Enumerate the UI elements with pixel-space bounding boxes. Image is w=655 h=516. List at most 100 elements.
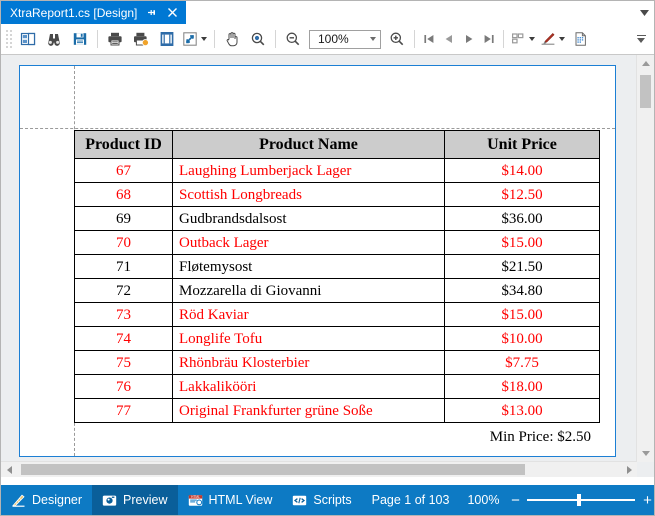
zoom-in-button[interactable] <box>384 27 410 51</box>
vertical-scrollbar-thumb[interactable] <box>640 75 651 108</box>
previous-page-button[interactable] <box>439 27 459 51</box>
cell-product-name: Scottish Longbreads <box>172 182 445 207</box>
cell-product-id: 70 <box>74 230 173 255</box>
visual-studio-report-designer-window: XtraReport1.cs [Design] 100% Product ID … <box>0 0 655 516</box>
page-setup-button[interactable] <box>154 27 180 51</box>
zoom-out-button-statusbar[interactable]: − <box>507 493 523 508</box>
printer-page-icon <box>133 31 149 47</box>
cell-unit-price: $13.00 <box>444 398 600 423</box>
document-tab-xtrareport1[interactable]: XtraReport1.cs [Design] <box>1 1 187 24</box>
horizontal-scrollbar[interactable] <box>1 461 637 477</box>
table-row: 69 Gudbrandsdalsost $36.00 <box>74 206 600 231</box>
zoom-combobox[interactable]: 100% <box>309 29 381 49</box>
printer-icon <box>107 31 123 47</box>
toolbar-separator <box>275 30 276 48</box>
watermark-button[interactable] <box>538 27 558 51</box>
tab-html-view[interactable]: HTML HTML View <box>178 485 283 515</box>
save-button[interactable] <box>67 27 93 51</box>
cell-product-id: 73 <box>74 302 173 327</box>
cell-unit-price: $14.00 <box>444 158 600 183</box>
column-header-product-id: Product ID <box>74 130 173 159</box>
horizontal-scrollbar-thumb[interactable] <box>21 464 525 475</box>
toolbar-grip[interactable] <box>5 29 13 49</box>
quick-print-button[interactable] <box>128 27 154 51</box>
cell-product-id: 72 <box>74 278 173 303</box>
multiple-pages-button[interactable] <box>508 27 528 51</box>
cell-unit-price: $10.00 <box>444 326 600 351</box>
cell-product-id: 76 <box>74 374 173 399</box>
table-row: 71 Fløtemysost $21.50 <box>74 254 600 279</box>
cell-product-name: Laughing Lumberjack Lager <box>172 158 445 183</box>
tab-designer[interactable]: Designer <box>1 485 92 515</box>
scroll-right-icon[interactable] <box>621 462 637 477</box>
zoom-in-button-statusbar[interactable]: + <box>639 493 654 508</box>
table-row: 77 Original Frankfurter grüne Soße $13.00 <box>74 398 600 423</box>
scale-button[interactable] <box>180 27 200 51</box>
zoom-out-button[interactable] <box>280 27 306 51</box>
report-preview-area[interactable]: Product ID Product Name Unit Price 67 Lau… <box>1 55 654 477</box>
cell-product-id: 69 <box>74 206 173 231</box>
document-map-button[interactable] <box>15 27 41 51</box>
watermark-icon <box>540 31 556 47</box>
first-page-button[interactable] <box>419 27 439 51</box>
toolbar-overflow-icon[interactable] <box>632 27 654 51</box>
preview-camera-icon <box>102 493 117 508</box>
next-page-button[interactable] <box>459 27 479 51</box>
toolbar-separator <box>503 30 504 48</box>
toolbar-separator <box>214 30 215 48</box>
chevron-down-icon[interactable] <box>370 37 376 41</box>
hand-tool-button[interactable] <box>219 27 245 51</box>
last-page-button[interactable] <box>479 27 499 51</box>
cell-unit-price: $15.00 <box>444 302 600 327</box>
cell-product-name: Outback Lager <box>172 230 445 255</box>
table-row: 73 Röd Kaviar $15.00 <box>74 302 600 327</box>
previous-page-icon <box>442 32 456 46</box>
report-table-body: 67 Laughing Lumberjack Lager $14.00 68 Scott… <box>74 158 600 423</box>
watermark-dropdown-icon[interactable] <box>559 37 565 41</box>
cell-unit-price: $7.75 <box>444 350 600 375</box>
tab-preview[interactable]: Preview <box>92 485 178 515</box>
toolbar-separator <box>414 30 415 48</box>
zoom-slider-knob[interactable] <box>577 494 582 506</box>
search-button[interactable] <box>41 27 67 51</box>
cell-product-name: Röd Kaviar <box>172 302 445 327</box>
cell-product-id: 75 <box>74 350 173 375</box>
tabstrip-dropdown-icon[interactable] <box>634 1 654 24</box>
export-document-button[interactable] <box>568 27 594 51</box>
tab-scripts[interactable]: Scripts <box>282 485 361 515</box>
floppy-disk-icon <box>72 31 88 47</box>
scroll-left-icon[interactable] <box>1 462 17 477</box>
table-row: 72 Mozzarella di Giovanni $34.80 <box>74 278 600 303</box>
cell-unit-price: $36.00 <box>444 206 600 231</box>
table-row: 76 Lakkalikööri $18.00 <box>74 374 600 399</box>
page-indicator-label: Page 1 of 103 <box>371 493 450 507</box>
print-button[interactable] <box>102 27 128 51</box>
scale-dropdown-icon[interactable] <box>201 37 207 41</box>
vertical-scrollbar[interactable] <box>636 55 654 462</box>
zoom-slider-track <box>527 499 636 501</box>
svg-text:HTML: HTML <box>191 495 200 499</box>
document-tab-title: XtraReport1.cs [Design] <box>10 5 138 20</box>
pin-icon[interactable] <box>145 6 158 19</box>
zoom-slider[interactable] <box>527 493 636 507</box>
table-row: 75 Rhönbräu Klosterbier $7.75 <box>74 350 600 375</box>
scroll-up-icon[interactable] <box>637 55 654 72</box>
table-row: 68 Scottish Longbreads $12.50 <box>74 182 600 207</box>
page-setup-icon <box>159 31 175 47</box>
magnifier-button[interactable] <box>245 27 271 51</box>
scroll-down-icon[interactable] <box>637 445 654 462</box>
designer-status-bar: Designer Preview HTML HTML View Scripts … <box>1 485 654 515</box>
table-row: 74 Longlife Tofu $10.00 <box>74 326 600 351</box>
cell-product-name: Gudbrandsdalsost <box>172 206 445 231</box>
multiple-pages-dropdown-icon[interactable] <box>529 37 535 41</box>
cell-product-id: 77 <box>74 398 173 423</box>
last-page-icon <box>482 32 496 46</box>
report-table-head: Product ID Product Name Unit Price <box>74 130 600 159</box>
zoom-in-icon <box>389 31 405 47</box>
report-summary-min-price: Min Price: $2.50 <box>489 429 591 445</box>
ruler-pencil-icon <box>11 493 26 508</box>
close-icon[interactable] <box>166 6 179 19</box>
cell-product-name: Longlife Tofu <box>172 326 445 351</box>
zoom-controls: 100% − + <box>459 493 654 508</box>
zoom-level-label: 100% <box>467 493 500 507</box>
